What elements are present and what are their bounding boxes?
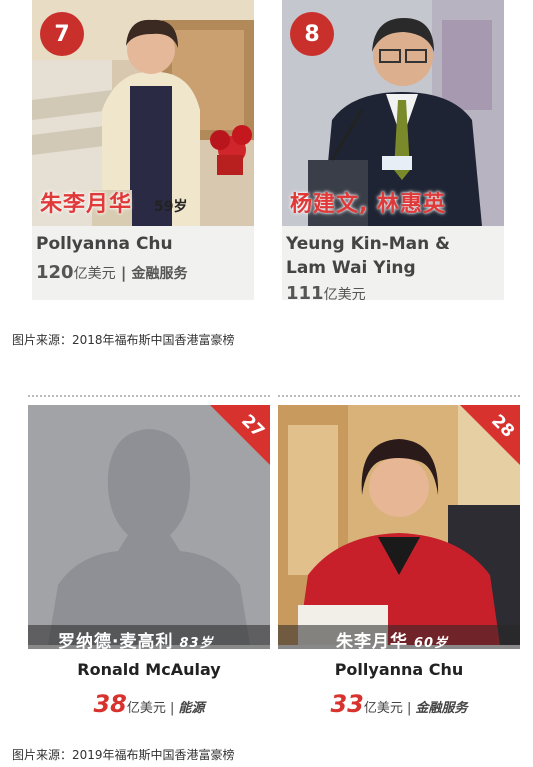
worth-unit: 亿美元: [363, 701, 403, 716]
chinese-name-text: 朱李月华: [336, 632, 408, 652]
age-label: 60岁: [414, 636, 449, 651]
age-label: 83岁: [179, 636, 214, 651]
worth-unit: 亿美元: [126, 701, 166, 716]
worth-value: 120: [36, 262, 74, 283]
rich-list-card: 7 朱李月华 59岁 Pollyanna Chu 120亿美元 | 金融服务: [32, 0, 254, 300]
separator: |: [120, 264, 127, 282]
separator: |: [170, 701, 175, 716]
chinese-name: 罗纳德·麦高利 83岁: [58, 627, 214, 652]
age-label: 59岁: [154, 199, 188, 215]
chinese-name-text: 罗纳德·麦高利: [58, 632, 174, 652]
english-name: Pollyanna Chu: [36, 234, 173, 254]
net-worth: 120亿美元 | 金融服务: [36, 262, 188, 283]
english-name: Pollyanna Chu: [334, 660, 464, 679]
divider: [28, 395, 270, 397]
rich-list-card: 27 罗纳德·麦高利 83岁 Ronald McAulay 38亿美元 | 能源: [28, 405, 270, 720]
image-caption: 图片来源：2019年福布斯中国香港富豪榜: [12, 748, 235, 762]
chinese-name: 朱李月华: [40, 192, 133, 217]
english-name-line1: Yeung Kin-Man &: [286, 234, 450, 254]
worth-value: 33: [330, 690, 364, 718]
separator: |: [407, 701, 412, 716]
rank-ribbon: 27: [210, 405, 270, 465]
english-name: Yeung Kin-Man & Lam Wai Ying: [286, 232, 450, 280]
english-name: Ronald McAulay: [77, 660, 221, 679]
image-caption: 图片来源：2018年福布斯中国香港富豪榜: [12, 333, 235, 347]
rank-badge: 8: [290, 12, 334, 56]
worth-value: 38: [93, 690, 127, 718]
net-worth: 33亿美元 | 金融服务: [278, 690, 520, 718]
chinese-name: 杨建文, 林惠英: [290, 192, 447, 217]
worth-value: 111: [286, 283, 324, 304]
rich-list-card: 8 杨建文, 林惠英 Yeung Kin-Man & Lam Wai Ying …: [282, 0, 504, 304]
chinese-name: 朱李月华 60岁: [336, 627, 448, 652]
industry: 能源: [178, 701, 205, 716]
rank-badge: 7: [40, 12, 84, 56]
industry: 金融服务: [415, 701, 468, 716]
rank-ribbon: 28: [460, 405, 520, 465]
industry: 金融服务: [131, 266, 188, 282]
worth-unit: 亿美元: [73, 266, 116, 282]
net-worth: 111亿美元: [286, 283, 366, 304]
rich-list-card: 28 朱李月华 60岁 Pollyanna Chu 33亿美元 | 金融服务: [278, 405, 520, 720]
english-name-line2: Lam Wai Ying: [286, 258, 416, 278]
divider: [278, 395, 520, 397]
net-worth: 38亿美元 | 能源: [28, 690, 270, 718]
worth-unit: 亿美元: [323, 287, 366, 303]
